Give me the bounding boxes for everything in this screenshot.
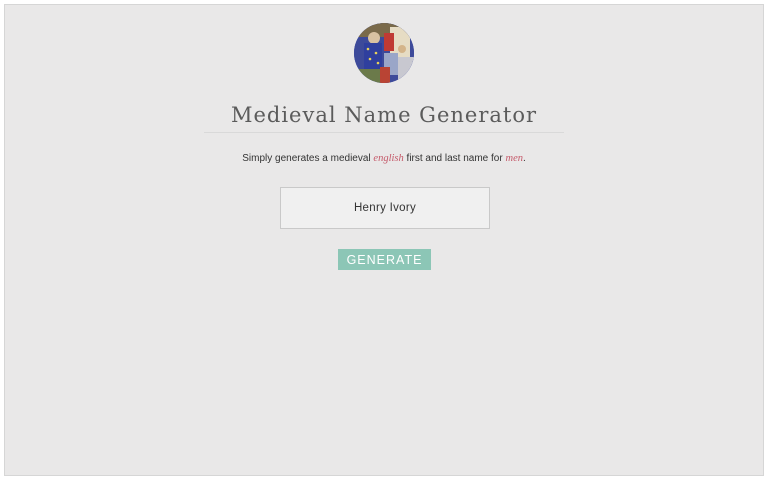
page-frame: Medieval Name Generator Simply generates… [4,4,764,476]
title-divider [204,132,564,133]
description-middle: first and last name for [403,153,506,164]
language-highlight: english [373,153,404,164]
medieval-portrait-icon [354,23,414,83]
description-suffix: . [522,153,526,164]
description-prefix: Simply generates a medieval [242,153,374,164]
gender-highlight: men [505,153,523,164]
description-text: Simply generates a medieval english firs… [155,152,613,166]
generate-button[interactable]: GENERATE [338,249,431,270]
generated-name-display: Henry Ivory [280,187,490,229]
page-title: Medieval Name Generator [230,103,538,127]
